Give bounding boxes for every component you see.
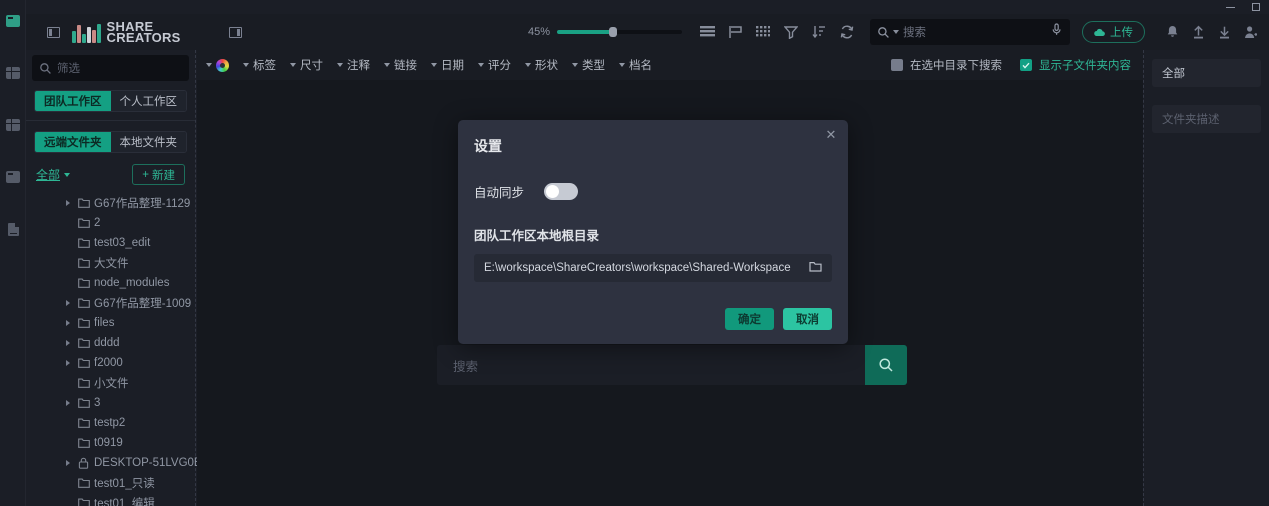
dialog-footer: 确定 取消 bbox=[725, 308, 832, 330]
auto-sync-row: 自动同步 bbox=[474, 182, 832, 201]
modal-overlay: ✕ 设置 自动同步 团队工作区本地根目录 E:\workspace\ShareC… bbox=[0, 0, 1269, 506]
toggle-knob bbox=[546, 185, 560, 198]
local-root-path-value: E:\workspace\ShareCreators\workspace\Sha… bbox=[484, 262, 791, 274]
settings-dialog: ✕ 设置 自动同步 团队工作区本地根目录 E:\workspace\ShareC… bbox=[458, 120, 848, 344]
local-root-path-input[interactable]: E:\workspace\ShareCreators\workspace\Sha… bbox=[474, 254, 832, 282]
confirm-button[interactable]: 确定 bbox=[725, 308, 774, 330]
dialog-title: 设置 bbox=[474, 138, 502, 154]
dialog-body: 自动同步 团队工作区本地根目录 E:\workspace\ShareCreato… bbox=[474, 182, 832, 282]
app-root: SHARE CREATORS 45% 搜索 上传 筛选 团队工作区 个人工作区 … bbox=[0, 0, 1269, 506]
folder-open-icon[interactable] bbox=[809, 261, 822, 275]
auto-sync-label: 自动同步 bbox=[474, 186, 525, 200]
cancel-button[interactable]: 取消 bbox=[783, 308, 832, 330]
close-icon[interactable]: ✕ bbox=[823, 127, 839, 143]
auto-sync-toggle[interactable] bbox=[544, 183, 579, 200]
local-root-label: 团队工作区本地根目录 bbox=[474, 229, 600, 243]
